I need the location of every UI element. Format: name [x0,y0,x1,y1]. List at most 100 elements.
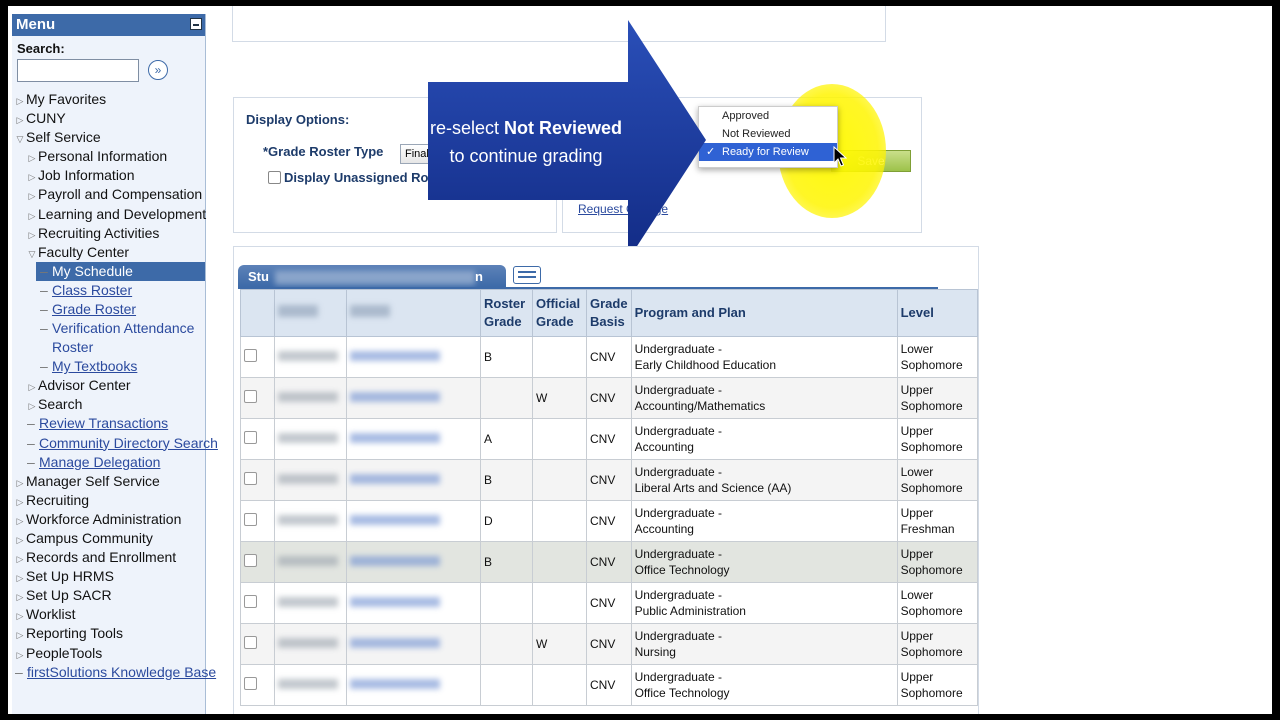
official-grade-cell [532,582,587,624]
program-plan-cell: Undergraduate - Nursing [630,623,898,665]
row-checkbox[interactable] [244,389,257,403]
row-checkbox[interactable] [244,676,257,690]
approval-status-dropdown[interactable]: Approved Not Reviewed ✓ Ready for Review [698,106,838,168]
program-plan-cell: Undergraduate - Accounting [630,500,898,542]
level-text: Upper [900,670,934,684]
program-text: Undergraduate - [634,547,722,561]
student-name-link[interactable] [350,392,440,402]
tree-connector-icon: – [40,320,48,337]
sidebar-item[interactable]: ▷ Advisor Center [12,376,205,395]
callout-line2: to continue grading [449,146,603,166]
select-cell [240,541,275,583]
sidebar-item[interactable]: – firstSolutions Knowledge Base [12,663,216,682]
row-checkbox[interactable] [244,512,257,526]
roster-grade-cell[interactable]: B [480,459,533,501]
official-grade-cell [532,459,587,501]
plan-text: Office Technology [634,686,730,700]
search-input[interactable] [17,59,139,82]
sidebar-item[interactable]: – Review Transactions [12,414,205,433]
roster-grade-cell[interactable]: A [480,418,533,460]
sidebar-item[interactable]: ▷ My Favorites [12,90,205,109]
level-cell: Upper Sophomore [896,377,978,419]
sidebar-item[interactable]: – Community Directory Search [12,434,218,453]
screen: Menu Search: » ▷ My Favorites ▷ CUNY ▽ Self S… [8,6,1272,714]
level-cell: Upper Sophomore [896,623,978,665]
sidebar-item[interactable]: – Class Roster [12,281,205,300]
sidebar-item[interactable]: ▷ Worklist [12,605,205,624]
student-name-link[interactable] [350,515,440,525]
sidebar-item-label: PeopleTools [26,644,103,661]
level-year-text: Sophomore [900,481,963,495]
row-checkbox[interactable] [244,430,257,444]
sidebar-item[interactable]: ▷ Set Up HRMS [12,567,205,586]
grade-basis-cell: CNV [586,500,632,542]
sidebar-item[interactable]: ▷ Recruiting Activities [12,224,205,243]
dropdown-option[interactable]: Not Reviewed [699,125,837,143]
grade-basis-cell: CNV [586,459,632,501]
sidebar-item[interactable]: ▷ Reporting Tools [12,624,205,643]
sidebar-item[interactable]: – My Textbooks [12,357,205,376]
roster-grade-cell[interactable] [480,664,533,706]
sidebar-item[interactable]: ▷ Records and Enrollment [12,548,205,567]
sidebar-item[interactable]: ▷ Search [12,395,205,414]
student-name-link[interactable] [350,351,440,361]
student-name-link[interactable] [350,679,440,689]
sidebar-item[interactable]: ▷ PeopleTools [12,644,205,663]
plan-text: Accounting/Mathematics [634,399,766,413]
roster-grade-cell[interactable] [480,623,533,665]
sidebar-item[interactable]: – Verification Attendance Roster [12,319,205,357]
program-text: Undergraduate - [634,629,722,643]
roster-grade-cell[interactable]: B [480,336,533,378]
id-cell [274,377,347,419]
unassigned-checkbox[interactable] [268,171,281,184]
row-checkbox[interactable] [244,348,257,362]
name-cell [346,418,481,460]
row-checkbox[interactable] [244,471,257,485]
sidebar-item[interactable]: ▷ Job Information [12,166,205,185]
student-name-link[interactable] [350,556,440,566]
select-cell [240,582,275,624]
row-checkbox[interactable] [244,635,257,649]
row-checkbox[interactable] [244,553,257,567]
name-cell [346,336,481,378]
grade-basis-cell: CNV [586,664,632,706]
search-go-icon[interactable]: » [148,60,168,80]
sidebar-item[interactable]: ▽ Faculty Center [12,243,205,262]
plan-text: Nursing [634,645,676,659]
sidebar-item[interactable]: ▷ Recruiting [12,491,205,510]
sidebar-item[interactable]: – Manage Delegation [12,453,205,472]
name-cell [346,377,481,419]
tab-student-grid[interactable]: Stu n [238,265,506,287]
sidebar-item[interactable]: ▷ Manager Self Service [12,472,205,491]
sidebar-item[interactable]: ▷ Workforce Administration [12,510,205,529]
row-checkbox[interactable] [244,594,257,608]
menu-tree: ▷ My Favorites ▷ CUNY ▽ Self Service ▷ Personal… [12,90,218,682]
roster-grade-cell[interactable]: D [480,500,533,542]
collapse-icon[interactable] [190,18,202,30]
level-text: Upper [900,547,934,561]
student-name-link[interactable] [350,474,440,484]
sidebar-item[interactable]: ▷ Learning and Development [12,205,207,224]
sidebar-item[interactable]: – My Schedule [36,261,205,281]
sidebar-item[interactable]: ▷ Personal Information [12,147,205,166]
dropdown-option[interactable]: Approved [699,107,837,125]
sidebar-item[interactable]: ▷ CUNY [12,109,205,128]
sidebar-item[interactable]: ▷ Set Up SACR [12,586,205,605]
sidebar-item[interactable]: – Grade Roster [12,300,205,319]
student-name-link[interactable] [350,638,440,648]
sidebar-item-label: Community Directory Search [39,434,218,451]
sidebar-item[interactable]: ▷ Campus Community [12,529,205,548]
roster-grade-cell[interactable] [480,377,533,419]
student-name-link[interactable] [350,433,440,443]
plan-text: Liberal Arts and Science (AA) [634,481,792,495]
sidebar-item[interactable]: ▷ Payroll and Compensation [12,185,205,204]
roster-table: Roster Grade Official Grade Grade Basis … [240,289,978,706]
id-cell [274,418,347,460]
header-level: Level [896,289,978,337]
dropdown-option[interactable]: ✓ Ready for Review [699,143,837,161]
show-all-columns-icon[interactable] [513,266,541,284]
sidebar-item[interactable]: ▽ Self Service [12,128,205,147]
student-name-link[interactable] [350,597,440,607]
roster-grade-cell[interactable] [480,582,533,624]
roster-grade-cell[interactable]: B [480,541,533,583]
